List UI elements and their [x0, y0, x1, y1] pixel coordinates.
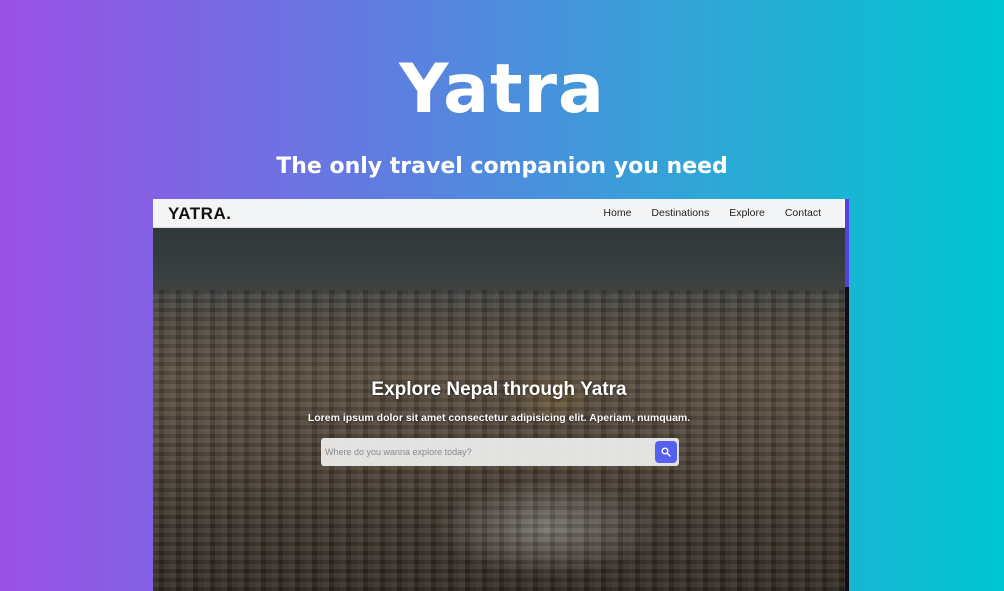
website-preview: YATRA. Home Destinations Explore Contact…: [153, 199, 849, 591]
search-input[interactable]: [325, 442, 645, 462]
hero-heading: Explore Nepal through Yatra: [371, 379, 627, 400]
navbar: YATRA. Home Destinations Explore Contact: [153, 199, 845, 228]
nav-links: Home Destinations Explore Contact: [583, 207, 821, 219]
promo-backdrop: Yatra The only travel companion you need…: [0, 0, 1004, 591]
brand-logo[interactable]: YATRA.: [168, 204, 231, 224]
search-icon: [661, 447, 671, 457]
search-button[interactable]: [655, 441, 677, 463]
nav-explore-link[interactable]: Explore: [729, 207, 765, 219]
nav-destinations-link[interactable]: Destinations: [651, 207, 709, 219]
nav-home-link[interactable]: Home: [603, 207, 631, 219]
promo-title: Yatra: [399, 50, 605, 129]
scrollbar[interactable]: [845, 199, 849, 591]
hero-city-photo: Explore Nepal through Yatra Lorem ipsum …: [153, 228, 845, 591]
hero-subheading: Lorem ipsum dolor sit amet consectetur a…: [307, 412, 691, 424]
scrollbar-thumb[interactable]: [845, 199, 849, 287]
nav-contact-link[interactable]: Contact: [785, 207, 821, 219]
search-bar: [321, 438, 679, 466]
photo-overlay: [153, 228, 845, 591]
promo-tagline: The only travel companion you need: [276, 154, 728, 179]
